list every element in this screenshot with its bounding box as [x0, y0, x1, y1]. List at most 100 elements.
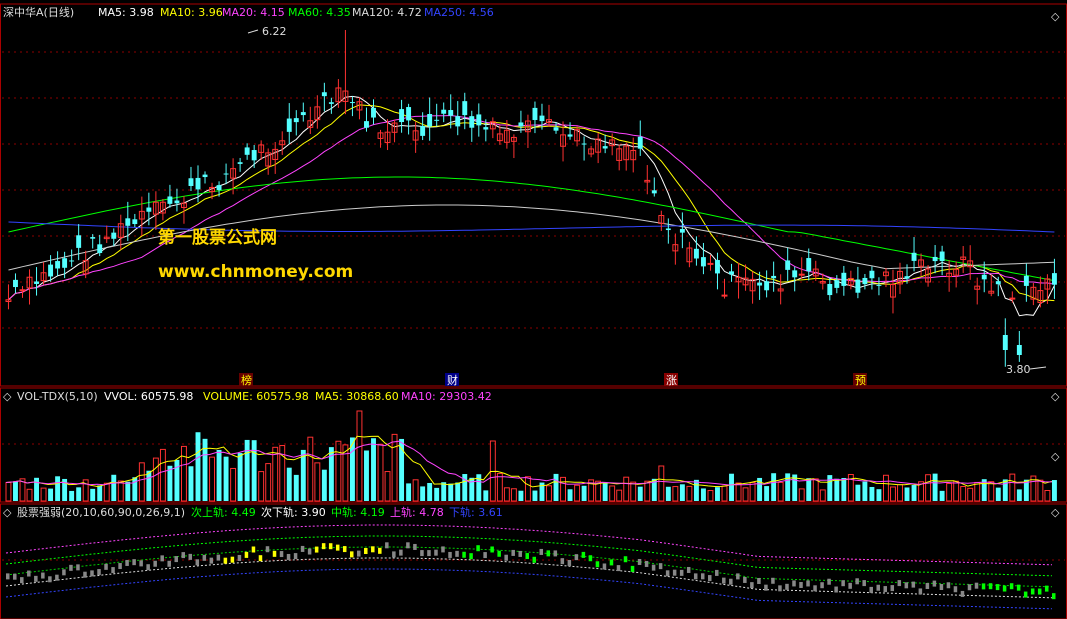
- volume-bar: [546, 485, 552, 502]
- strength-bar: [665, 570, 670, 577]
- volume-bar: [377, 443, 384, 502]
- candlesticks: [5, 30, 1057, 367]
- volume-bar: [503, 487, 510, 502]
- candle-body: [721, 294, 728, 297]
- volume-bar: [356, 410, 363, 502]
- volume-bar: [721, 485, 728, 502]
- panel-toggle-icon[interactable]: ◇: [1051, 506, 1060, 519]
- candle-body: [427, 113, 433, 127]
- strength-bar: [321, 543, 326, 550]
- strength-bar: [1044, 585, 1049, 592]
- candle-body: [665, 228, 671, 231]
- candle-body: [97, 244, 103, 254]
- volume-bar: [286, 467, 292, 501]
- candle-body: [637, 136, 643, 149]
- volume-bar: [244, 439, 250, 501]
- strength-bar: [104, 563, 108, 570]
- volume-bar: [679, 484, 685, 501]
- panel-toggle-icon[interactable]: ◇: [1051, 390, 1060, 403]
- candle-body: [167, 196, 173, 204]
- candle-body: [111, 232, 117, 239]
- strength-bar: [441, 546, 445, 553]
- strength-bar: [258, 555, 263, 562]
- candle-body: [328, 102, 334, 104]
- candle-body: [827, 283, 833, 296]
- strength-bar: [560, 558, 565, 565]
- strength-bar: [357, 550, 361, 557]
- candle-body: [132, 219, 138, 225]
- strength-bar: [960, 590, 965, 597]
- strength-bar: [69, 564, 73, 571]
- marker-cai[interactable]: 财: [447, 373, 458, 387]
- strength-bar: [806, 580, 810, 587]
- strength-bar: [813, 585, 817, 592]
- strength-bar: [883, 586, 888, 593]
- panel-toggle-icon[interactable]: ◇: [1051, 10, 1060, 23]
- chevron-down-icon[interactable]: ◇: [3, 506, 12, 519]
- volume-bar: [195, 432, 201, 501]
- panel-toggle-icon[interactable]: ◇: [1051, 450, 1060, 463]
- volume-bar: [90, 488, 96, 501]
- strength-bar: [1016, 584, 1021, 591]
- volume-bar: [581, 485, 587, 501]
- strength-bar: [911, 581, 916, 588]
- volume-bar: [567, 489, 573, 501]
- candle-body: [48, 264, 54, 277]
- volume-bar: [216, 449, 222, 501]
- candle-body: [223, 173, 229, 175]
- strength-bar: [644, 560, 649, 567]
- strength-bar: [307, 548, 312, 555]
- strength-bar: [764, 584, 768, 591]
- strength-bar: [757, 577, 761, 584]
- strength-bar: [6, 573, 10, 580]
- vol-ma10-label: MA10: 29303.42: [401, 390, 492, 403]
- candle-body: [539, 115, 545, 122]
- volume-bar: [524, 476, 531, 502]
- volume-bars: [5, 410, 1057, 502]
- strength-bar: [364, 548, 368, 555]
- candle-body: [76, 235, 82, 248]
- strength-bar: [371, 546, 375, 553]
- strength-bar: [265, 546, 270, 553]
- candle-body: [707, 262, 714, 265]
- volume-bar: [1037, 479, 1044, 502]
- candle-body: [834, 280, 840, 288]
- candle-body: [13, 279, 18, 288]
- strength-bar: [455, 550, 459, 557]
- strength-bar: [83, 571, 87, 578]
- volume-bar: [707, 490, 714, 502]
- volume-bar: [167, 465, 173, 501]
- strength-bar: [1051, 593, 1056, 600]
- volume-bar: [560, 476, 566, 502]
- strength-bar: [771, 577, 775, 584]
- volume-bar: [764, 486, 770, 501]
- ma5-label: MA5: 3.98: [98, 6, 154, 19]
- strength-bar: [174, 556, 178, 563]
- strength-bar: [651, 564, 656, 571]
- volume-bar: [258, 471, 265, 502]
- chevron-down-icon[interactable]: ◇: [3, 390, 12, 403]
- candle-body: [364, 121, 369, 128]
- marker-yu[interactable]: 预: [855, 374, 866, 387]
- strength-bar: [967, 584, 972, 591]
- volume-bar: [272, 446, 279, 502]
- candle-body: [286, 118, 292, 132]
- strength-bar: [672, 569, 677, 576]
- strength-bar: [939, 583, 944, 590]
- strength-bar: [995, 584, 1000, 591]
- marker-bang[interactable]: 榜: [241, 373, 252, 387]
- strength-bar: [469, 553, 473, 560]
- strength-bar: [272, 550, 277, 557]
- candle-body: [1002, 335, 1008, 350]
- volume-bar: [364, 450, 369, 501]
- volume-bar: [230, 467, 237, 502]
- strength-bar: [181, 552, 186, 559]
- price-header: 深中华A(日线) MA5: 3.98 MA10: 3.96 MA20: 4.15…: [3, 5, 494, 19]
- volume-bar: [960, 486, 967, 502]
- strength-bar: [230, 556, 235, 563]
- volume-bar: [237, 453, 243, 501]
- marker-zhang[interactable]: 涨: [666, 374, 677, 387]
- volume-bar: [103, 482, 110, 502]
- candle-body: [876, 284, 882, 286]
- strength-bar: [715, 569, 719, 576]
